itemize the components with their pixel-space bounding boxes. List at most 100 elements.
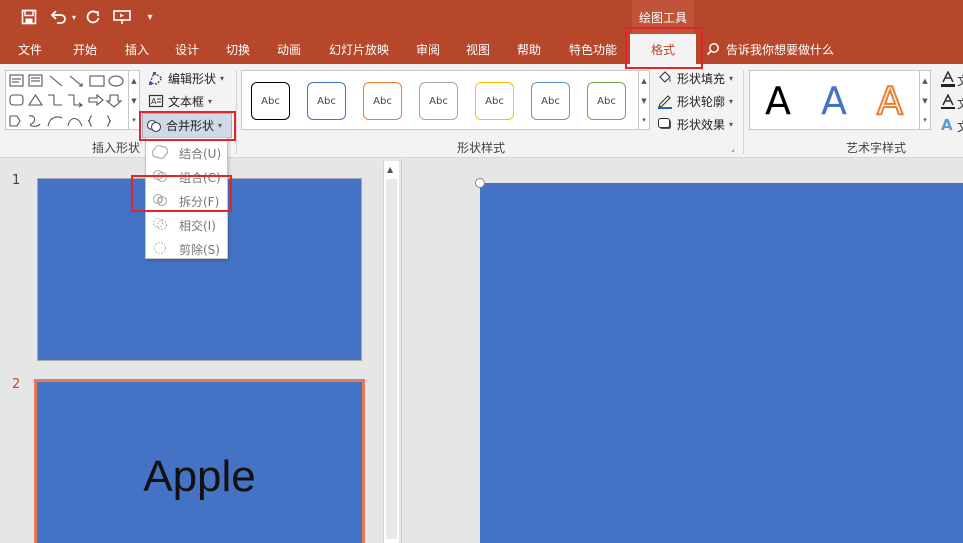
slide-number: 2 (12, 377, 21, 392)
chevron-down-icon: ▾ (729, 96, 734, 106)
slide-text: Apple (143, 452, 256, 501)
style-swatch[interactable]: Abc (531, 82, 570, 120)
insert-shapes-group-label: 插入形状 (92, 141, 141, 155)
text-outline-glyph: 文 (957, 95, 963, 112)
union-icon (151, 144, 169, 160)
tab-view[interactable]: 视图 (457, 34, 499, 64)
group-divider (236, 70, 237, 154)
wordart-style-orange-outline[interactable]: A (865, 77, 915, 125)
edit-shape-label: 编辑形状 (168, 71, 217, 86)
gallery-more-icon[interactable]: ▾ (128, 111, 139, 129)
tell-me-text: 告诉我你想要做什么 (726, 42, 835, 57)
scrollbar-track[interactable] (386, 179, 397, 539)
menu-item-label: 拆分(F) (179, 195, 220, 209)
edit-shape-icon (148, 70, 164, 86)
menu-item-union[interactable]: 结合(U) (146, 140, 227, 164)
shape-fill-button[interactable]: 形状填充 ▾ (654, 67, 736, 89)
menu-item-subtract[interactable]: 剪除(S) (146, 236, 227, 260)
shape-effects-button[interactable]: 形状效果 ▾ (654, 113, 736, 135)
gallery-more-icon[interactable]: ▾ (919, 111, 930, 129)
tab-insert[interactable]: 插入 (116, 34, 158, 64)
gallery-scroll-down-icon[interactable]: ▼ (128, 91, 139, 111)
text-fill-button[interactable]: 文 (939, 70, 963, 90)
redo-icon[interactable] (82, 6, 104, 28)
pen-icon (657, 93, 673, 109)
chevron-down-icon: ▾ (208, 96, 213, 106)
subtract-icon (152, 240, 168, 256)
selection-handle[interactable] (475, 178, 485, 188)
tab-format[interactable]: 格式 (630, 34, 696, 64)
wordart-style-black[interactable]: A (753, 77, 803, 125)
chevron-down-icon: ▾ (218, 121, 223, 130)
drawing-tools-label: 绘图工具 (632, 0, 694, 34)
menu-item-label: 相交(I) (179, 219, 216, 233)
style-swatch[interactable]: Abc (419, 82, 458, 120)
chevron-down-icon: ▾ (729, 119, 734, 129)
slides-scrollbar[interactable]: ▲ (383, 161, 399, 543)
scroll-up-icon[interactable]: ▲ (387, 165, 393, 174)
shape-icons (9, 74, 124, 127)
tab-help[interactable]: 帮助 (508, 34, 550, 64)
wordart-group-label: 艺术字样式 (846, 141, 907, 155)
tab-review[interactable]: 审阅 (407, 34, 449, 64)
ribbon-tabs: 文件 开始 插入 设计 切换 动画 幻灯片放映 审阅 视图 帮助 特色功能 格式… (0, 34, 963, 64)
chevron-down-icon: ▾ (729, 73, 734, 83)
customize-icon[interactable]: ▾ (143, 6, 157, 28)
tell-me-search[interactable]: 告诉我你想要做什么 (706, 34, 834, 64)
text-effects-glyph: 文 (957, 118, 963, 135)
shapes-gallery[interactable]: ▲ ▼ ▾ (5, 70, 140, 130)
text-effects-button[interactable]: A 文 (939, 116, 963, 136)
fragment-icon (152, 192, 168, 208)
gallery-scroll-down-icon[interactable]: ▼ (919, 91, 930, 111)
text-box-icon: A (148, 93, 164, 109)
merge-shapes-icon (146, 118, 162, 134)
merge-shapes-button[interactable]: 合并形状 ▾ (142, 113, 232, 138)
tab-animations[interactable]: 动画 (268, 34, 310, 64)
style-swatch[interactable]: Abc (307, 82, 346, 120)
tab-special-features[interactable]: 特色功能 (562, 34, 624, 64)
gallery-more-icon[interactable]: ▾ (638, 111, 649, 129)
gallery-scroll-up-icon[interactable]: ▲ (919, 71, 930, 91)
tab-slideshow[interactable]: 幻灯片放映 (322, 34, 396, 64)
tab-file[interactable]: 文件 (10, 34, 50, 64)
menu-item-fragment[interactable]: 拆分(F) (146, 188, 227, 212)
slide-thumbnail-2[interactable]: Apple (34, 379, 365, 543)
save-icon[interactable] (18, 6, 40, 28)
shape-styles-gallery[interactable]: Abc Abc Abc Abc Abc Abc Abc ▲ ▼ ▾ (241, 70, 650, 130)
undo-dropdown-icon[interactable]: ▾ (69, 6, 79, 28)
tab-home[interactable]: 开始 (64, 34, 106, 64)
wordart-styles-gallery[interactable]: A A A ▲ ▼ ▾ (749, 70, 931, 130)
undo-icon[interactable] (48, 6, 70, 28)
current-slide-shape[interactable] (480, 183, 963, 543)
text-box-button[interactable]: A 文本框 ▾ (145, 90, 215, 112)
title-bar: ▾ ▾ 绘图工具 (0, 0, 963, 34)
svg-text:A: A (151, 97, 157, 106)
shape-outline-label: 形状轮廓 (677, 94, 726, 109)
chevron-down-icon: ▾ (220, 73, 225, 83)
present-icon[interactable] (111, 6, 133, 28)
style-swatch[interactable]: Abc (363, 82, 402, 120)
style-swatch[interactable]: Abc (587, 82, 626, 120)
group-divider (743, 70, 744, 154)
style-swatch[interactable]: Abc (475, 82, 514, 120)
tab-design[interactable]: 设计 (166, 34, 208, 64)
edit-shape-button[interactable]: 编辑形状 ▾ (145, 67, 227, 89)
wordart-style-blue[interactable]: A (809, 77, 859, 125)
intersect-icon (152, 216, 168, 232)
menu-item-combine[interactable]: 组合(C) (146, 164, 227, 188)
text-outline-button[interactable]: 文 (939, 93, 963, 113)
tab-transitions[interactable]: 切换 (217, 34, 259, 64)
search-icon (706, 42, 720, 56)
text-box-label: 文本框 (168, 94, 205, 109)
shape-styles-group-label: 形状样式 (457, 141, 506, 155)
merge-shapes-label: 合并形状 (166, 119, 215, 133)
dialog-launcher-icon[interactable]: ⌟ (731, 144, 735, 153)
text-fill-glyph: 文 (957, 72, 963, 89)
style-swatch[interactable]: Abc (251, 82, 290, 120)
menu-item-intersect[interactable]: 相交(I) (146, 212, 227, 236)
gallery-scroll-down-icon[interactable]: ▼ (638, 91, 649, 111)
gallery-scroll-up-icon[interactable]: ▲ (638, 71, 649, 91)
gallery-scroll-up-icon[interactable]: ▲ (128, 71, 139, 91)
shape-fill-label: 形状填充 (677, 71, 726, 86)
shape-outline-button[interactable]: 形状轮廓 ▾ (654, 90, 736, 112)
